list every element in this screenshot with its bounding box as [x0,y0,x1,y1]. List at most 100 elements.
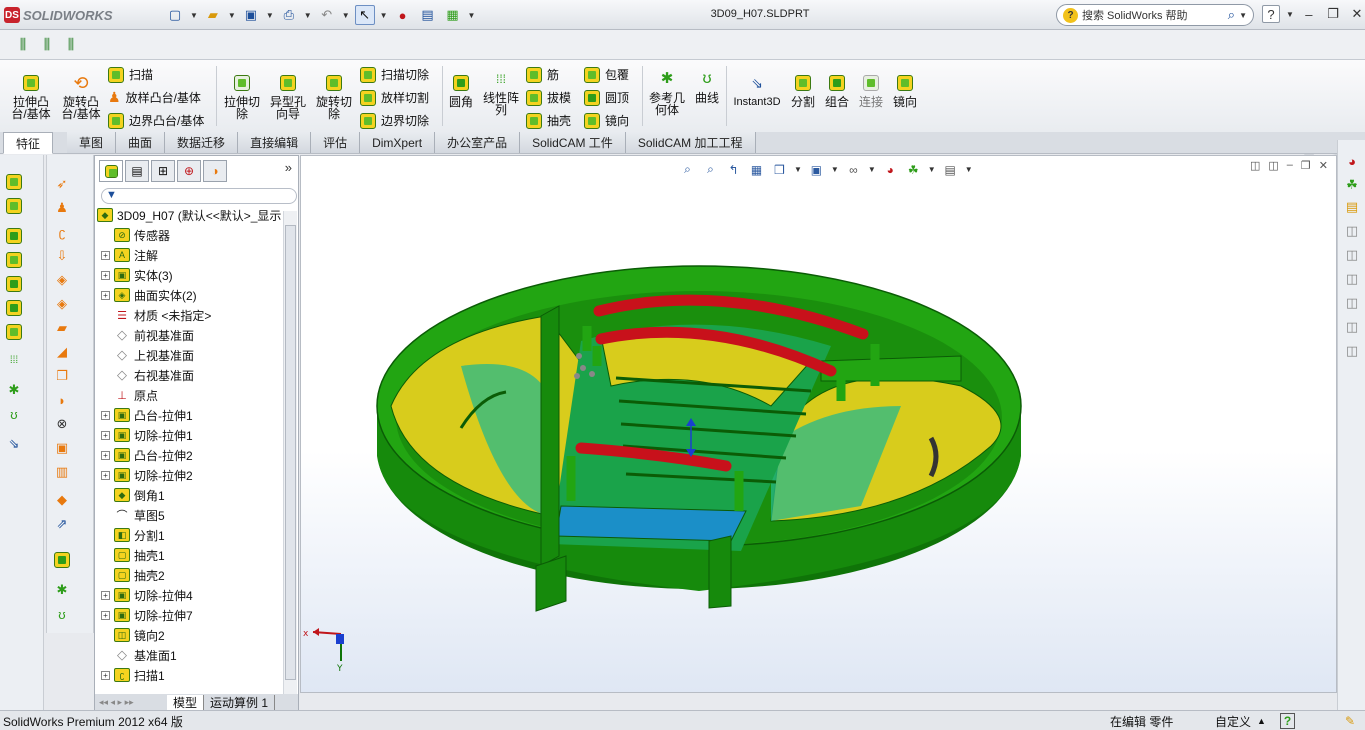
tree-item[interactable]: ◇ 基准面1 [101,646,177,664]
rebuild-status-icon[interactable]: ✎ [1345,713,1355,729]
loft-icon[interactable]: ♟ [53,199,71,217]
sweep-path-icon[interactable]: ʗ [53,223,71,241]
combine-button[interactable]: 组合 [822,72,852,108]
expand-icon[interactable]: + [101,430,110,440]
restore-icon[interactable]: ❐ [1324,5,1342,23]
tree-item[interactable]: + ▣ 切除-拉伸1 [101,426,193,444]
chevron-down-icon[interactable]: ▼ [1286,10,1294,19]
chevron-down-icon[interactable]: ▼ [304,11,312,20]
loft-boss-button[interactable]: ♟ 放样凸台/基体 [108,89,201,106]
delete-body-icon[interactable]: ⊗ [53,415,71,433]
extrude-icon[interactable] [5,173,23,191]
offset-icon[interactable]: ◗ [53,391,71,409]
tree-item[interactable]: + ʗ 扫描1 [101,666,165,684]
rebuild-traffic-light-icon[interactable]: ● [393,5,413,25]
instant3d-icon[interactable]: ⇘ [5,435,23,453]
shell-icon[interactable] [5,275,23,293]
tree-scrollbar[interactable] [283,211,297,694]
tree-item[interactable]: ◇ 上视基准面 [101,346,194,364]
tab-model[interactable]: 模型 [167,694,205,710]
tree-item[interactable]: ◇ 右视基准面 [101,366,194,384]
custom-properties-icon[interactable]: ◫ [1343,270,1361,288]
tree-item[interactable]: ▢ 抽壳2 [101,566,165,584]
tree-item[interactable]: ◧ 分割1 [101,526,165,544]
open-folder-icon[interactable]: ▰ [203,5,223,25]
forum-icon[interactable]: ◫ [1343,342,1361,360]
tab-dimxpert[interactable]: DimXpert [360,132,436,153]
draft-icon[interactable] [5,251,23,269]
tab-solidcam-machining[interactable]: SolidCAM 加工工程 [625,132,756,153]
new-document-icon[interactable]: ▢ [165,5,185,25]
tree-item[interactable]: + A 注解 [101,246,158,264]
wrap-button[interactable]: 包覆 [584,66,629,83]
tree-item[interactable]: + ▣ 切除-拉伸2 [101,466,193,484]
sweep-icon[interactable]: ➶ [53,175,71,193]
tree-item[interactable]: ⊘ 传感器 [101,226,170,244]
tab-sketch[interactable]: 草图 [67,132,117,153]
tree-item[interactable]: + ▣ 凸台-拉伸1 [101,406,193,424]
tab-direct-editing[interactable]: 直接编辑 [238,132,312,153]
help-search-input[interactable]: 搜索 SolidWorks 帮助 [1082,7,1224,23]
feature-manager-icon[interactable]: ⫼ [14,35,32,53]
boundary-boss-button[interactable]: 边界凸台/基体 [108,112,204,129]
shell-button[interactable]: 抽壳 [526,112,571,129]
tree-item[interactable]: ◇ 前视基准面 [101,326,194,344]
recovery-icon[interactable]: ◫ [1343,318,1361,336]
print-icon[interactable]: ⎙ [279,5,299,25]
chevron-down-icon[interactable]: ▼ [342,11,350,20]
tree-item[interactable]: + ▣ 切除-拉伸7 [101,606,193,624]
part-model-render[interactable]: x Y [301,156,1336,692]
appearance-icon[interactable]: ◕ [1343,152,1361,170]
wrap-icon[interactable] [5,323,23,341]
move-face-icon[interactable]: ⇗ [53,515,71,533]
solidworks-logo[interactable]: DS SOLIDWORKS [4,5,116,25]
draft-button[interactable]: 拔模 [526,89,571,106]
unit-system-selector[interactable]: 自定义 ▲ [1215,713,1266,729]
expand-icon[interactable]: + [101,270,110,280]
reference-geometry-button[interactable]: ✱ 参考几 何体 [646,68,688,116]
chevron-down-icon[interactable]: ▼ [1239,11,1247,20]
chevron-down-icon[interactable]: ▼ [266,11,274,20]
fillet-button[interactable]: 圆角 [446,72,476,108]
rib-icon[interactable] [5,299,23,317]
tree-item[interactable]: ⌒ 草图5 [101,506,165,524]
extrude-boss-button[interactable]: 拉伸凸 台/基体 [8,72,54,120]
expand-icon[interactable]: + [101,670,110,680]
graphics-area[interactable]: ⌕ ⌕ ↰ ▦ ❒▼ ▣▼ ∞▼ ◕ ☘▼ ▤▼ ◫ ◫ – ❐ ✕ [300,155,1337,693]
search-icon[interactable]: ⌕ [1228,7,1235,23]
hole-wizard-button[interactable]: 异型孔 向导 [266,72,310,120]
search-results-icon[interactable]: ◫ [1343,294,1361,312]
file-explorer-icon[interactable]: ◫ [1343,222,1361,240]
expand-icon[interactable]: + [101,410,110,420]
tab-solidcam-stock[interactable]: SolidCAM 工件 [520,132,626,153]
tree-item[interactable]: + ▣ 凸台-拉伸2 [101,446,193,464]
curves-button[interactable]: ʊ 曲线 [692,68,722,105]
sweep-button[interactable]: 扫描 [108,66,153,83]
tab-features[interactable]: 特征 [3,132,54,154]
chevron-down-icon[interactable]: ▼ [190,11,198,20]
dome-button[interactable]: 圆顶 [584,89,629,106]
view-palette-icon[interactable]: ◫ [1343,246,1361,264]
boundary-cut-button[interactable]: 边界切除 [360,112,429,129]
knit-icon[interactable]: ◆ [53,491,71,509]
help-icon[interactable]: ? [1262,5,1280,23]
scene-icon[interactable]: ☘ [1343,176,1361,194]
expand-icon[interactable]: + [101,250,110,260]
tab-surfaces[interactable]: 曲面 [116,132,166,153]
thicken-icon[interactable]: ◈ [53,295,71,313]
expand-icon[interactable]: + [101,470,110,480]
chevron-right-icon[interactable]: » [285,160,292,184]
expand-icon[interactable]: + [101,290,110,300]
feature-manager-icon[interactable]: ⫼ [62,35,80,53]
linear-pattern-button[interactable]: ⁞⁞⁞ 线性阵 列 [480,68,522,116]
tab-office-products[interactable]: 办公室产品 [435,132,521,153]
boss-icon[interactable]: ◈ [53,271,71,289]
tree-item[interactable]: + ▣ 切除-拉伸4 [101,586,193,604]
tree-item[interactable]: + ◈ 曲面实体(2) [101,286,197,304]
configuration-manager-icon[interactable]: ⊞ [151,160,175,182]
tab-scroll-arrows[interactable]: ◂◂ ◂ ▸ ▸▸ [95,697,167,708]
dome-icon[interactable] [53,551,71,569]
expand-icon[interactable]: + [101,610,110,620]
rib-button[interactable]: 筋 [526,66,559,83]
tree-item[interactable]: + ▣ 实体(3) [101,266,173,284]
